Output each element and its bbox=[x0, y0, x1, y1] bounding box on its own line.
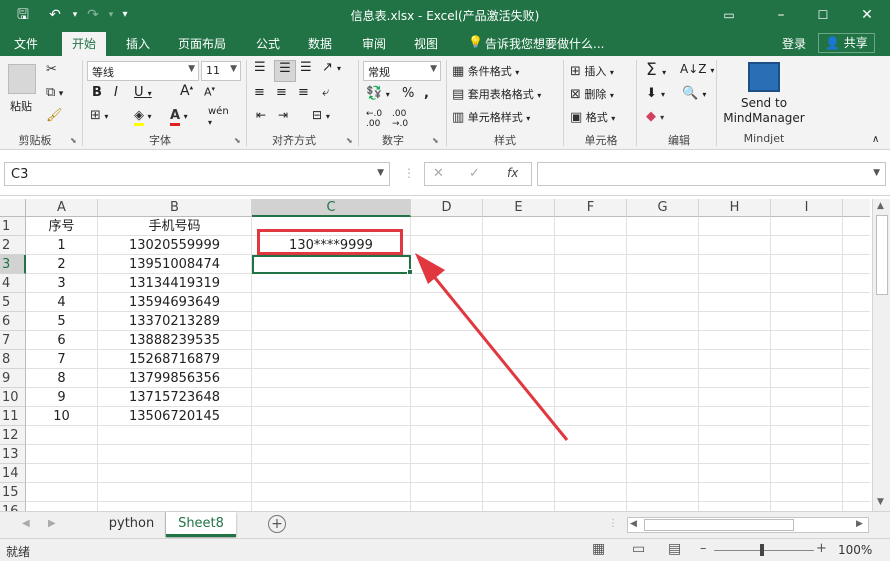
zoom-out-icon[interactable]: – bbox=[700, 541, 707, 556]
zoom-slider-track[interactable] bbox=[714, 550, 814, 551]
hscroll-thumb[interactable] bbox=[644, 519, 794, 531]
vertical-scrollbar[interactable]: ▲ ▼ bbox=[872, 199, 890, 511]
scroll-left-icon[interactable]: ◀ bbox=[630, 519, 637, 529]
page-layout-icon[interactable]: ▭ bbox=[632, 541, 645, 557]
prev-sheet-icon[interactable]: ◀ bbox=[22, 518, 30, 529]
sheet-tab-sheet8[interactable]: Sheet8 bbox=[166, 512, 236, 537]
zoom-slider-thumb[interactable] bbox=[760, 544, 764, 556]
page-break-icon[interactable]: ▤ bbox=[668, 541, 681, 557]
zoom-in-icon[interactable]: + bbox=[816, 541, 827, 556]
scroll-down-icon[interactable]: ▼ bbox=[877, 497, 884, 507]
sheet-tab-python[interactable]: python bbox=[98, 512, 166, 537]
arrow-head bbox=[415, 253, 445, 284]
normal-view-icon[interactable]: ▦ bbox=[592, 541, 605, 557]
arrow-shaft bbox=[425, 267, 569, 441]
scroll-right-icon[interactable]: ▶ bbox=[856, 519, 863, 529]
scroll-up-icon[interactable]: ▲ bbox=[877, 201, 884, 211]
horizontal-scrollbar[interactable]: ◀ ▶ bbox=[627, 517, 869, 533]
status-bar: 就绪 ▦ ▭ ▤ – + 100% bbox=[0, 538, 890, 561]
scroll-thumb[interactable] bbox=[876, 215, 888, 295]
ready-status: 就绪 bbox=[6, 545, 31, 559]
hscroll-splitter-icon[interactable]: ⋮ bbox=[608, 518, 618, 529]
annotation-arrow bbox=[415, 253, 569, 441]
sheet-tab-bar: ◀ ▶ python Sheet8 + ⋮ ◀ ▶ bbox=[0, 511, 890, 538]
next-sheet-icon[interactable]: ▶ bbox=[48, 518, 56, 529]
zoom-level[interactable]: 100% bbox=[838, 543, 872, 557]
add-sheet-icon[interactable]: + bbox=[268, 515, 286, 533]
